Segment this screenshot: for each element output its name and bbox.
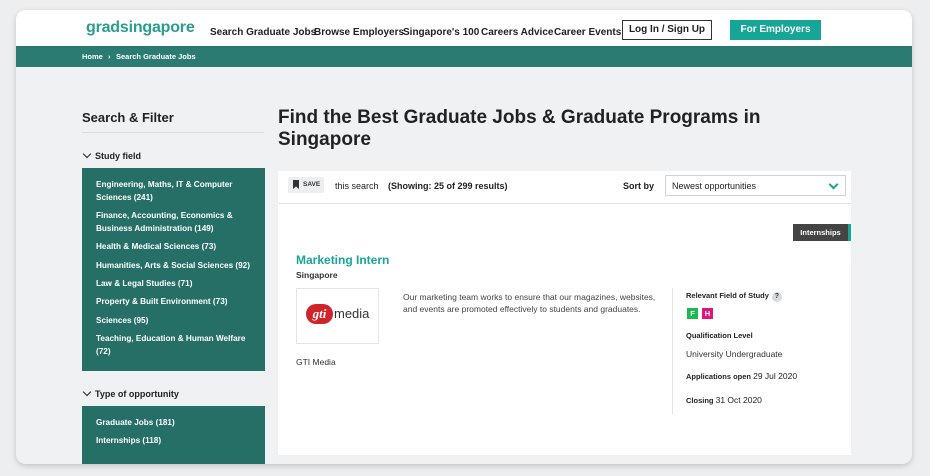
study-field-toggle[interactable]: Study field [82, 149, 141, 161]
this-search-label: this search [335, 181, 379, 191]
login-signup-button[interactable]: Log In / Sign Up [622, 20, 712, 40]
filter-humanities[interactable]: Humanities, Arts & Social Sciences (92) [96, 260, 256, 273]
breadcrumb-separator-icon: › [108, 52, 111, 61]
browser-window: gradsingapore Search Graduate Jobs Brows… [16, 10, 912, 464]
nav-browse-employers[interactable]: Browse Employers [314, 27, 404, 38]
breadcrumb-home[interactable]: Home [82, 52, 103, 61]
filter-graduate-jobs[interactable]: Graduate Jobs (181) [96, 417, 256, 430]
job-title-link[interactable]: Marketing Intern [296, 253, 389, 267]
job-location: Singapore [296, 270, 338, 280]
company-name: GTI Media [296, 357, 336, 367]
filter-property[interactable]: Property & Built Environment (73) [96, 296, 256, 309]
qualification-label: Qualification Level [686, 331, 753, 340]
filter-teaching[interactable]: Teaching, Education & Human Welfare (72) [96, 333, 256, 358]
company-logo[interactable]: gti media [296, 288, 379, 344]
filter-finance[interactable]: Finance, Accounting, Economics & Busines… [96, 210, 256, 235]
save-search-button[interactable]: SAVE [288, 177, 324, 193]
qualification-value: University Undergraduate [686, 349, 783, 359]
opportunity-type-toggle[interactable]: Type of opportunity [82, 387, 179, 399]
results-count: (Showing: 25 of 299 results) [388, 181, 508, 191]
results-toolbar: SAVE this search (Showing: 25 of 299 res… [278, 171, 851, 204]
closing-date: Closing 31 Oct 2020 [686, 395, 762, 405]
breadcrumb-current: Search Graduate Jobs [116, 52, 196, 61]
nav-search-graduate-jobs[interactable]: Search Graduate Jobs [210, 27, 316, 38]
study-field-panel: Engineering, Maths, IT & Computer Scienc… [82, 168, 265, 371]
divider [672, 288, 673, 414]
field-badge-h: H [702, 308, 713, 319]
site-header: gradsingapore Search Graduate Jobs Brows… [16, 10, 912, 46]
field-of-study-label: Relevant Field of Study? [686, 291, 782, 302]
job-card: Internships Marketing Intern Singapore g… [278, 204, 851, 455]
chevron-down-icon [82, 149, 92, 159]
tag-accent [848, 224, 851, 241]
opportunity-type-panel: Graduate Jobs (181) Internships (118) [82, 406, 265, 464]
opportunity-tag: Internships [793, 224, 848, 241]
sort-select[interactable]: Newest opportunities [665, 175, 846, 196]
applications-open: Applications open 29 Jul 2020 [686, 371, 798, 381]
nav-careers-advice[interactable]: Careers Advice [481, 27, 553, 38]
divider [82, 132, 264, 133]
sort-by-label: Sort by [623, 181, 655, 191]
filter-health[interactable]: Health & Medical Sciences (73) [96, 241, 256, 254]
for-employers-button[interactable]: For Employers [730, 20, 821, 40]
bookmark-icon [293, 180, 299, 189]
breadcrumb: Home › Search Graduate Jobs [16, 46, 912, 67]
nav-singapores-100[interactable]: Singapore's 100 [403, 27, 479, 38]
field-badge-f: F [687, 308, 698, 319]
filter-law[interactable]: Law & Legal Studies (71) [96, 278, 256, 291]
chevron-down-icon [82, 387, 92, 397]
filter-sciences[interactable]: Sciences (95) [96, 315, 256, 328]
filter-engineering[interactable]: Engineering, Maths, IT & Computer Scienc… [96, 179, 256, 204]
nav-career-events[interactable]: Career Events [554, 27, 621, 38]
page-content: Search & Filter Study field Engineering,… [16, 67, 912, 464]
help-icon[interactable]: ? [771, 292, 782, 302]
search-filter-title: Search & Filter [82, 110, 174, 125]
job-description: Our marketing team works to ensure that … [403, 292, 656, 314]
filter-internships[interactable]: Internships (118) [96, 435, 256, 448]
chevron-down-icon [828, 179, 839, 190]
site-logo[interactable]: gradsingapore [86, 19, 195, 37]
page-title: Find the Best Graduate Jobs & Graduate P… [278, 107, 761, 150]
